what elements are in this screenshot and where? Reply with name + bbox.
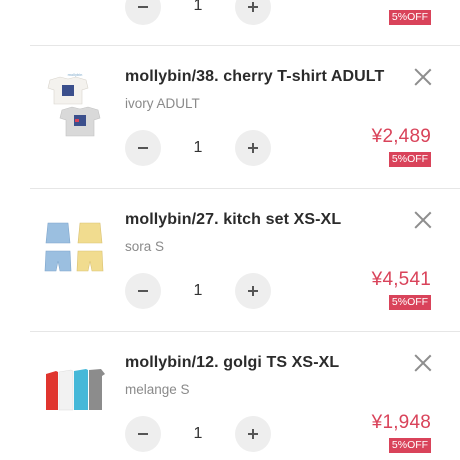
product-variant: melange S [125, 382, 190, 397]
discount-badge: 5%OFF [389, 10, 431, 25]
product-variant: ivory ADULT [125, 96, 200, 111]
remove-item-button[interactable] [413, 210, 433, 230]
cart-item: mollybin mollybin/38. cherry T-shirt ADU… [30, 45, 460, 188]
remove-item-button[interactable] [413, 67, 433, 87]
discount-badge: 5%OFF [389, 152, 431, 167]
discount-badge: 5%OFF [389, 295, 431, 310]
decrease-quantity-button[interactable] [125, 416, 161, 452]
cart-item: mollybin/27. kitch set XS-XL sora S 1 ¥4… [30, 188, 460, 331]
increase-quantity-button[interactable] [235, 130, 271, 166]
quantity-value: 1 [193, 139, 203, 156]
product-variant: sora S [125, 239, 165, 254]
product-name[interactable]: mollybin/12. golgi TS XS-XL [125, 354, 339, 372]
item-price: ¥2,489 [371, 126, 431, 147]
tshirt-image: mollybin [38, 68, 112, 142]
tshirts-image [38, 352, 112, 426]
cart-list: 1 5%OFF mollybin mollybin/38. cherry T-s… [0, 0, 460, 460]
decrease-quantity-button[interactable] [125, 273, 161, 309]
remove-item-button[interactable] [413, 353, 433, 373]
quantity-value: 1 [193, 282, 203, 299]
set-outfit-image [38, 211, 112, 285]
cart-item: 1 5%OFF [30, 0, 460, 45]
minus-icon [138, 290, 148, 292]
product-thumbnail[interactable]: mollybin [38, 68, 112, 142]
item-price: ¥1,948 [371, 412, 431, 433]
decrease-quantity-button[interactable] [125, 130, 161, 166]
discount-badge: 5%OFF [389, 438, 431, 453]
svg-text:mollybin: mollybin [68, 72, 83, 77]
increase-quantity-button[interactable] [235, 416, 271, 452]
item-price: ¥4,541 [371, 269, 431, 290]
increase-quantity-button[interactable] [235, 0, 271, 25]
quantity-value: 1 [193, 425, 203, 442]
quantity-value: 1 [193, 0, 203, 14]
product-name[interactable]: mollybin/27. kitch set XS-XL [125, 211, 341, 229]
minus-icon [138, 147, 148, 149]
minus-icon [138, 6, 148, 8]
increase-quantity-button[interactable] [235, 273, 271, 309]
product-thumbnail[interactable] [38, 352, 112, 426]
product-thumbnail[interactable] [38, 211, 112, 285]
cart-item: mollybin/12. golgi TS XS-XL melange S 1 … [30, 331, 460, 460]
product-name[interactable]: mollybin/38. cherry T-shirt ADULT [125, 68, 384, 86]
minus-icon [138, 433, 148, 435]
decrease-quantity-button[interactable] [125, 0, 161, 25]
